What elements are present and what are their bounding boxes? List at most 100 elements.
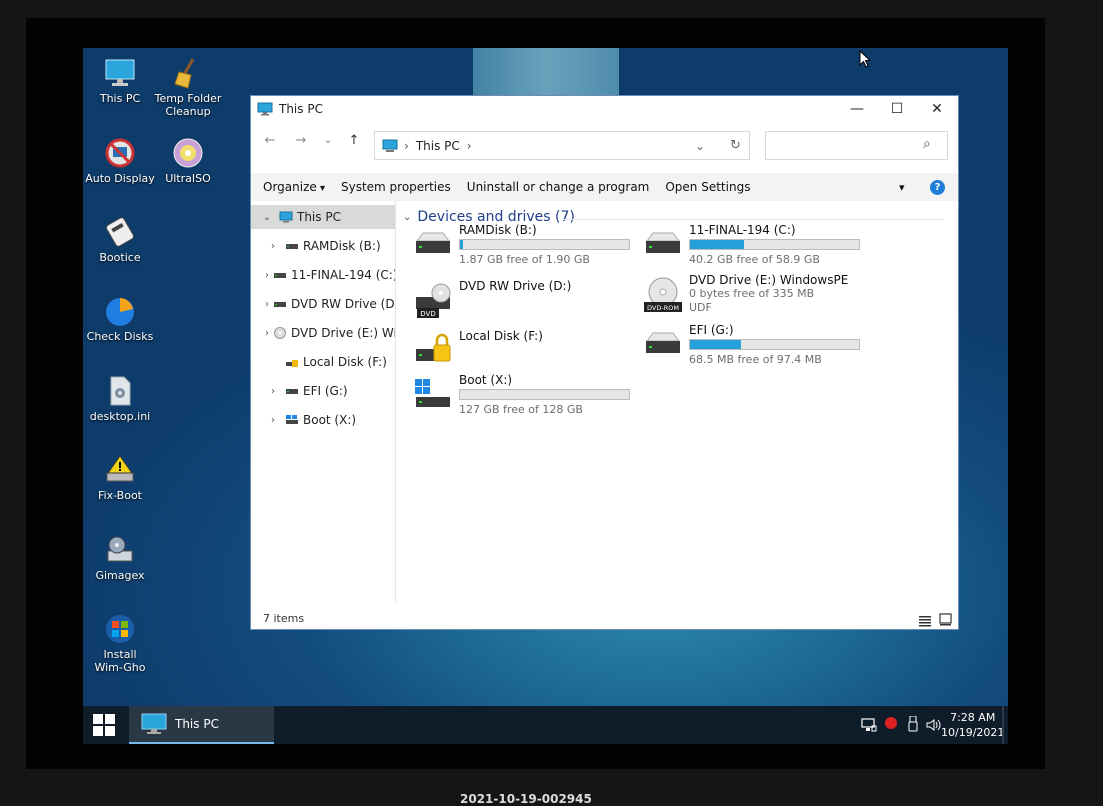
- desktop-icon-install-wim-gho[interactable]: Install Wim-Gho: [83, 612, 160, 674]
- nav-item-11-final-194-c[interactable]: › 11-FINAL-194 (C:): [251, 263, 395, 287]
- drive-free-space: 1.87 GB free of 1.90 GB: [459, 253, 590, 266]
- command-uninstall-or-change-a-program[interactable]: Uninstall or change a program: [459, 180, 658, 194]
- search-icon[interactable]: ⌕: [923, 136, 931, 152]
- this-pc-icon: [279, 211, 293, 223]
- chevron-right-icon[interactable]: ›: [265, 328, 269, 339]
- svg-text:DVD-ROM: DVD-ROM: [647, 304, 679, 312]
- locked-drive-icon: [413, 333, 453, 369]
- nav-item-label: DVD Drive (E:) Windo: [291, 326, 395, 340]
- this-pc-icon: [141, 713, 167, 734]
- network-icon[interactable]: [861, 717, 877, 736]
- drive-name: 11-FINAL-194 (C:): [689, 223, 796, 237]
- warning-drive-icon: [106, 455, 134, 482]
- navigation-row: ← → ⌄ ↑ › This PC › ⌄ ↻ ⌕: [251, 121, 958, 167]
- drive-icon: [285, 240, 299, 252]
- details-view-icon[interactable]: [919, 612, 931, 631]
- hard-drive-icon: [643, 227, 683, 263]
- nav-item-label: RAMDisk (B:): [303, 239, 381, 253]
- explorer-window: This PC — ☐ ✕ ← → ⌄ ↑ › This PC › ⌄ ↻ ⌕ …: [250, 95, 959, 630]
- drive-usage-bar: [689, 339, 860, 350]
- command-open-settings[interactable]: Open Settings: [657, 180, 758, 194]
- chevron-down-icon[interactable]: ⌄: [259, 212, 275, 223]
- windows-logo-icon: [106, 615, 134, 643]
- address-dropdown-icon[interactable]: ⌄: [695, 139, 705, 153]
- desktop-icon-label: UltraISO: [165, 172, 211, 185]
- nav-item-local-disk-f[interactable]: Local Disk (F:): [251, 350, 395, 374]
- command-organize[interactable]: Organize ▾: [255, 180, 333, 194]
- command-label: Organize: [263, 180, 317, 194]
- drive-tile-ramdisk-b[interactable]: RAMDisk (B:) 1.87 GB free of 1.90 GB: [413, 223, 643, 273]
- desktop-icon-ultraiso[interactable]: UltraISO: [148, 136, 228, 185]
- search-box[interactable]: ⌕: [765, 131, 948, 160]
- nav-item-dvd-rw-drive-d[interactable]: › DVD RW Drive (D:): [251, 292, 395, 316]
- bootice-icon: [105, 217, 135, 247]
- locked-drive-icon: [285, 356, 299, 368]
- recent-locations-button[interactable]: ⌄: [319, 133, 337, 146]
- desktop-icon-check-disks[interactable]: Check Disks: [83, 294, 160, 343]
- drive-tile-dvd-drive-e-windowspe[interactable]: DVD-ROM DVD Drive (E:) WindowsPE 0 bytes f…: [643, 273, 873, 323]
- chevron-right-icon[interactable]: ›: [265, 299, 269, 310]
- nav-item-efi-g[interactable]: › EFI (G:): [251, 379, 395, 403]
- desktop-icon-gimagex[interactable]: Gimagex: [83, 533, 160, 582]
- nav-item-this-pc[interactable]: ⌄ This PC: [251, 205, 395, 229]
- breadcrumb-this-pc[interactable]: This PC: [416, 139, 460, 153]
- content-pane: ⌄ Devices and drives (7) RAMDisk (B:) 1.8…: [397, 201, 958, 603]
- nav-item-label: EFI (G:): [303, 384, 348, 398]
- this-pc-icon: [382, 139, 398, 152]
- desktop-icon-label: Gimagex: [95, 569, 145, 582]
- dvd-drive-icon: DVD: [413, 283, 453, 319]
- drive-tile-dvd-rw-drive-d[interactable]: DVD DVD RW Drive (D:): [413, 279, 643, 329]
- drive-filesystem: UDF: [689, 301, 712, 314]
- nav-item-boot-x[interactable]: › Boot (X:): [251, 408, 395, 432]
- drive-tile-boot-x[interactable]: Boot (X:) 127 GB free of 128 GB: [413, 373, 643, 423]
- drive-tile-efi-g[interactable]: EFI (G:) 68.5 MB free of 97.4 MB: [643, 323, 873, 373]
- windows-drive-icon: [413, 377, 453, 413]
- nav-item-dvd-drive-e-windo[interactable]: › DVD Drive (E:) Windo: [251, 321, 395, 345]
- chevron-right-icon[interactable]: ›: [265, 386, 281, 397]
- taskbar-item-this-pc[interactable]: This PC: [129, 706, 274, 744]
- desktop-icon-temp-folder-cleanup[interactable]: Temp Folder Cleanup: [148, 56, 228, 118]
- start-button[interactable]: [93, 714, 115, 740]
- search-input[interactable]: [770, 132, 920, 158]
- record-tray-icon[interactable]: [885, 717, 897, 729]
- window-preview-strip: [473, 48, 619, 96]
- command-system-properties[interactable]: System properties: [333, 180, 459, 194]
- nav-item-label: DVD RW Drive (D:): [291, 297, 395, 311]
- refresh-icon[interactable]: ↻: [730, 138, 741, 153]
- pie-icon: [106, 298, 134, 326]
- monitor-icon: [105, 59, 135, 86]
- show-desktop-button[interactable]: [1002, 706, 1004, 744]
- chevron-right-icon[interactable]: ›: [265, 415, 281, 426]
- nav-item-label: Local Disk (F:): [303, 355, 387, 369]
- drive-free-space: 40.2 GB free of 58.9 GB: [689, 253, 820, 266]
- group-divider: [563, 219, 943, 220]
- command-overflow-button[interactable]: ▾: [899, 181, 905, 194]
- up-button[interactable]: ↑: [345, 133, 363, 148]
- back-button[interactable]: ←: [261, 133, 279, 148]
- minimize-button[interactable]: —: [837, 96, 877, 121]
- chevron-right-icon[interactable]: ›: [265, 241, 281, 252]
- close-button[interactable]: ✕: [917, 96, 957, 121]
- desktop-icon-bootice[interactable]: Bootice: [83, 215, 160, 264]
- large-icons-view-icon[interactable]: [939, 611, 952, 630]
- windows-start-icon: [93, 714, 115, 736]
- drive-tile-11-final-194-c[interactable]: 11-FINAL-194 (C:) 40.2 GB free of 58.9 GB: [643, 223, 873, 273]
- drive-free-space: 68.5 MB free of 97.4 MB: [689, 353, 822, 366]
- chevron-right-icon[interactable]: ›: [265, 270, 269, 281]
- drive-usage-bar: [459, 389, 630, 400]
- nav-item-ramdisk-b[interactable]: › RAMDisk (B:): [251, 234, 395, 258]
- drive-tile-local-disk-f[interactable]: Local Disk (F:): [413, 329, 643, 379]
- taskbar-clock[interactable]: 7:28 AM 10/19/2021: [941, 710, 1004, 740]
- usb-icon[interactable]: [908, 715, 918, 736]
- address-bar[interactable]: › This PC › ⌄ ↻: [374, 131, 750, 160]
- breadcrumb-separator[interactable]: ›: [467, 139, 472, 153]
- maximize-button[interactable]: ☐: [877, 96, 917, 121]
- volume-icon[interactable]: [926, 717, 942, 736]
- help-icon[interactable]: ?: [930, 179, 945, 195]
- forward-button[interactable]: →: [292, 133, 310, 148]
- drive-icon: [273, 269, 287, 281]
- drive-usage-bar: [689, 239, 860, 250]
- desktop-icon-label: Fix-Boot: [98, 489, 142, 502]
- desktop-icon-fix-boot[interactable]: Fix-Boot: [83, 453, 160, 502]
- desktop-icon-desktop-ini[interactable]: desktop.ini: [83, 374, 160, 423]
